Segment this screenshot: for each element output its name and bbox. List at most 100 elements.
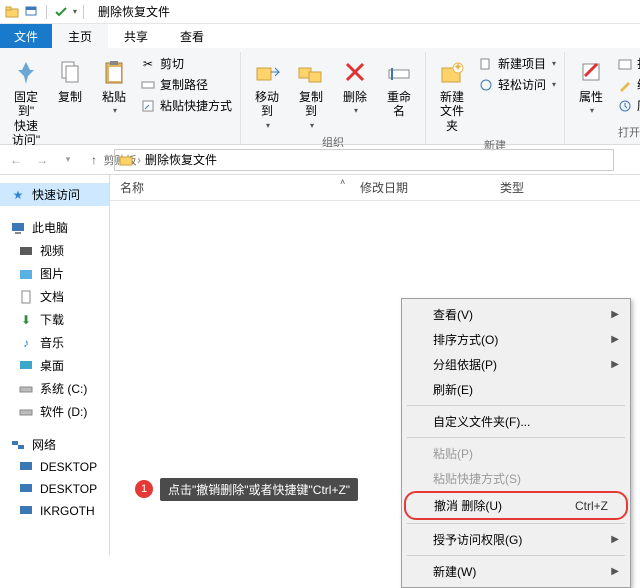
sidebar-desktop[interactable]: 桌面 <box>0 354 109 377</box>
copy-label: 复制 <box>58 90 82 104</box>
ctx-paste: 粘贴(P) <box>405 441 627 466</box>
folder-icon <box>119 153 133 167</box>
paste-button[interactable]: 粘贴 ▾ <box>94 54 134 118</box>
context-menu: 查看(V)▶ 排序方式(O)▶ 分组依据(P)▶ 刷新(E) 自定义文件夹(F)… <box>401 298 631 588</box>
sidebar-videos[interactable]: 视频 <box>0 239 109 262</box>
copy-button[interactable]: 复制 <box>50 54 90 106</box>
moveto-button[interactable]: 移动到▾ <box>247 54 287 132</box>
chevron-right-icon: ▶ <box>611 534 619 545</box>
address-bar[interactable]: › 删除恢复文件 <box>114 149 614 171</box>
chevron-right-icon: ▶ <box>611 309 619 320</box>
copyto-button[interactable]: 复制到▾ <box>291 54 331 132</box>
chevron-right-icon: ▶ <box>611 334 619 345</box>
edit-button[interactable]: 编辑 <box>615 75 640 94</box>
annotation-tooltip: 点击"撤销删除"或者快捷键"Ctrl+Z" <box>160 478 358 501</box>
group-label-open: 打开 <box>571 122 640 144</box>
copyto-icon <box>295 56 327 88</box>
moveto-label: 移动到 <box>251 90 283 119</box>
col-name[interactable]: 名称 <box>110 179 350 196</box>
tab-file[interactable]: 文件 <box>0 24 52 48</box>
titlebar: ▾ 删除恢复文件 <box>0 0 640 24</box>
annotation-badge: 1 <box>135 480 153 498</box>
sidebar-net-pc3[interactable]: IKRGOTH <box>0 500 109 522</box>
rename-label: 重命名 <box>383 90 415 119</box>
drive-icon <box>18 404 34 420</box>
ctx-sort[interactable]: 排序方式(O)▶ <box>405 327 627 352</box>
col-type[interactable]: 类型 <box>490 179 640 196</box>
ctx-view[interactable]: 查看(V)▶ <box>405 302 627 327</box>
nav-recent[interactable]: ▾ <box>56 148 80 172</box>
sidebar-net-pc1[interactable]: DESKTOP <box>0 456 109 478</box>
easyaccess-button[interactable]: 轻松访问▾ <box>476 75 558 94</box>
sidebar-net-pc2[interactable]: DESKTOP <box>0 478 109 500</box>
ctx-separator <box>407 437 625 438</box>
open-button[interactable]: 打开▾ <box>615 54 640 73</box>
copyto-label: 复制到 <box>295 90 327 119</box>
nav-forward: → <box>30 148 54 172</box>
newfolder-icon: ✦ <box>436 56 468 88</box>
desktop-icon <box>18 358 34 374</box>
nav-up[interactable]: ↑ <box>82 148 106 172</box>
pasteshortcut-button[interactable]: 粘贴快捷方式 <box>138 96 234 115</box>
sidebar-drive-d[interactable]: 软件 (D:) <box>0 400 109 423</box>
nav-back[interactable]: ← <box>4 148 28 172</box>
properties-label: 属性 <box>579 90 603 104</box>
sidebar-pictures[interactable]: 图片 <box>0 262 109 285</box>
ctx-separator <box>407 523 625 524</box>
breadcrumb-folder[interactable]: 删除恢复文件 <box>145 151 217 168</box>
tab-home[interactable]: 主页 <box>52 24 108 48</box>
svg-text:✦: ✦ <box>453 60 463 74</box>
pin-button[interactable]: 固定到" 快速访问" <box>6 54 46 150</box>
ctx-refresh[interactable]: 刷新(E) <box>405 377 627 402</box>
ribbon-group-clipboard: 固定到" 快速访问" 复制 粘贴 ▾ ✂剪切 复制路径 粘贴快捷方式 剪贴板 <box>0 52 241 144</box>
moveto-icon <box>251 56 283 88</box>
edit-icon <box>617 77 633 93</box>
copypath-button[interactable]: 复制路径 <box>138 75 234 94</box>
qat-check-icon[interactable] <box>53 4 69 20</box>
chevron-right-icon[interactable]: › <box>137 153 141 167</box>
paste-label: 粘贴 <box>102 90 126 104</box>
video-icon <box>18 243 34 259</box>
newfolder-button[interactable]: ✦ 新建 文件夹 <box>432 54 472 135</box>
pin-icon <box>10 56 42 88</box>
pc-icon <box>18 481 34 497</box>
sidebar-downloads[interactable]: ⬇下载 <box>0 308 109 331</box>
star-icon: ★ <box>10 187 26 203</box>
sidebar-network[interactable]: 网络 <box>0 433 109 456</box>
sidebar-music[interactable]: ♪音乐 <box>0 331 109 354</box>
shortcut-icon <box>140 98 156 114</box>
sidebar-this-pc[interactable]: 此电脑 <box>0 216 109 239</box>
delete-button[interactable]: 删除▾ <box>335 54 375 118</box>
qat-save-icon[interactable] <box>24 4 40 20</box>
ctx-undo-delete[interactable]: 撤消 删除(U)Ctrl+Z <box>404 491 628 520</box>
ribbon: 固定到" 快速访问" 复制 粘贴 ▾ ✂剪切 复制路径 粘贴快捷方式 剪贴板 <box>0 48 640 145</box>
pictures-icon <box>18 266 34 282</box>
col-date[interactable]: 修改日期 <box>350 179 490 196</box>
properties-button[interactable]: 属性▾ <box>571 54 611 118</box>
rename-button[interactable]: 重命名 <box>379 54 419 121</box>
qat-dropdown-icon[interactable]: ▾ <box>73 7 77 16</box>
chevron-right-icon: ▶ <box>611 359 619 370</box>
history-button[interactable]: 历史记录 <box>615 96 640 115</box>
pc-icon <box>10 220 26 236</box>
tab-view[interactable]: 查看 <box>164 24 220 48</box>
open-icon <box>617 56 633 72</box>
easyaccess-icon <box>478 77 494 93</box>
sidebar-quick-access[interactable]: ★快速访问 <box>0 183 109 206</box>
sidebar-drive-c[interactable]: 系统 (C:) <box>0 377 109 400</box>
sidebar-documents[interactable]: 文档 <box>0 285 109 308</box>
ctx-group[interactable]: 分组依据(P)▶ <box>405 352 627 377</box>
newitem-icon <box>478 56 494 72</box>
ctx-new[interactable]: 新建(W)▶ <box>405 559 627 584</box>
scissors-icon: ✂ <box>140 56 156 72</box>
ctx-grant-access[interactable]: 授予访问权限(G)▶ <box>405 527 627 552</box>
tab-share[interactable]: 共享 <box>108 24 164 48</box>
cut-button[interactable]: ✂剪切 <box>138 54 234 73</box>
newitem-button[interactable]: 新建项目▾ <box>476 54 558 73</box>
navbar: ← → ▾ ↑ › 删除恢复文件 <box>0 145 640 175</box>
ctx-paste-shortcut: 粘贴快捷方式(S) <box>405 466 627 491</box>
delete-icon <box>339 56 371 88</box>
pin-label: 固定到" 快速访问" <box>10 90 42 148</box>
ctx-customize[interactable]: 自定义文件夹(F)... <box>405 409 627 434</box>
download-icon: ⬇ <box>18 312 34 328</box>
